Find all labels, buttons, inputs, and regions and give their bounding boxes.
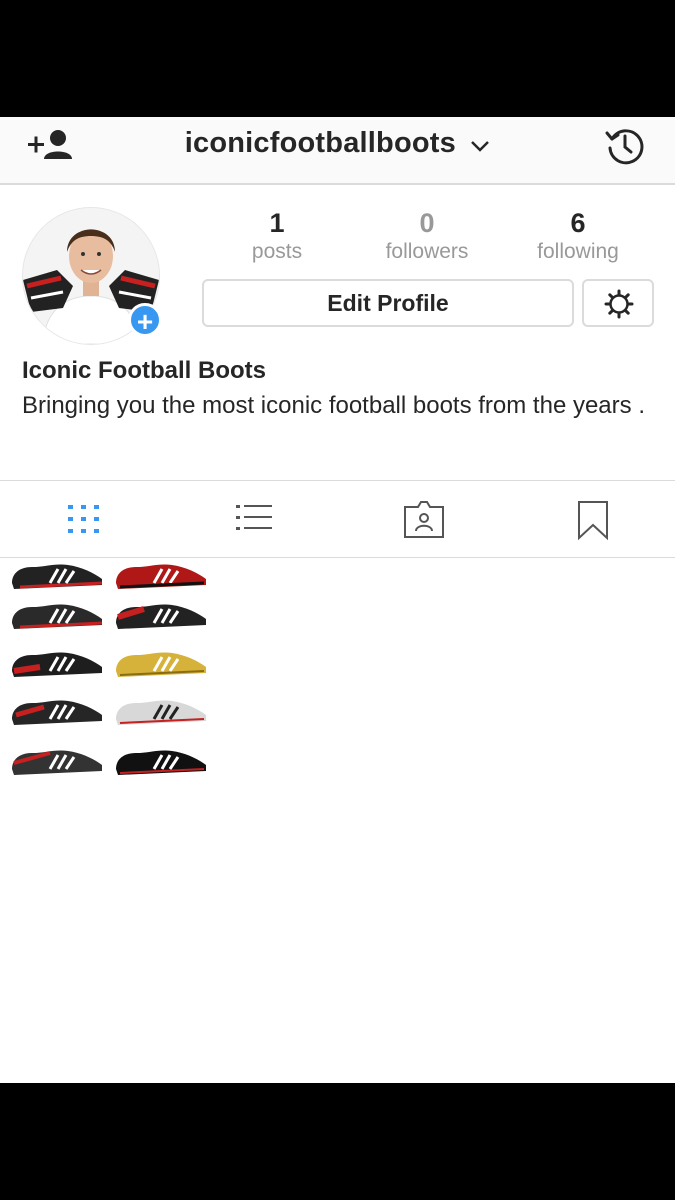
grid-icon <box>68 505 99 533</box>
tab-list[interactable] <box>233 499 275 541</box>
profile-full-name: Iconic Football Boots <box>22 357 266 384</box>
profile-bio: Bringing you the most iconic football bo… <box>22 392 645 419</box>
chevron-down-icon <box>470 128 490 161</box>
tab-saved[interactable] <box>572 499 614 541</box>
football-boots-image <box>12 564 206 775</box>
tagged-photos-icon <box>404 501 444 538</box>
posts-label: posts <box>251 240 303 263</box>
stat-following[interactable]: 6 following <box>513 207 643 265</box>
stat-followers[interactable]: 0 followers <box>362 207 492 265</box>
followers-count: 0 <box>419 208 435 238</box>
stat-posts[interactable]: 1 posts <box>212 207 342 265</box>
bookmark-icon <box>578 501 608 541</box>
tab-grid[interactable] <box>63 499 105 541</box>
list-icon <box>236 505 272 530</box>
gear-icon <box>604 289 634 319</box>
add-story-plus-icon[interactable]: + <box>128 303 162 337</box>
post-thumbnail[interactable] <box>8 561 218 791</box>
profile-tab-bar <box>0 480 675 558</box>
following-label: following <box>537 240 619 263</box>
history-icon[interactable] <box>604 125 646 167</box>
settings-button[interactable] <box>582 279 654 327</box>
username-switcher[interactable]: iconicfootballboots <box>0 127 675 161</box>
tab-tagged[interactable] <box>403 499 445 541</box>
following-count: 6 <box>570 208 586 238</box>
edit-profile-button[interactable]: Edit Profile <box>202 279 574 327</box>
profile-screen: iconicfootballboots + 1 posts 0 follower… <box>0 117 675 1083</box>
top-nav-bar: iconicfootballboots <box>0 117 675 185</box>
followers-label: followers <box>385 240 469 263</box>
username-title: iconicfootballboots <box>184 127 456 159</box>
posts-count: 1 <box>269 208 285 238</box>
